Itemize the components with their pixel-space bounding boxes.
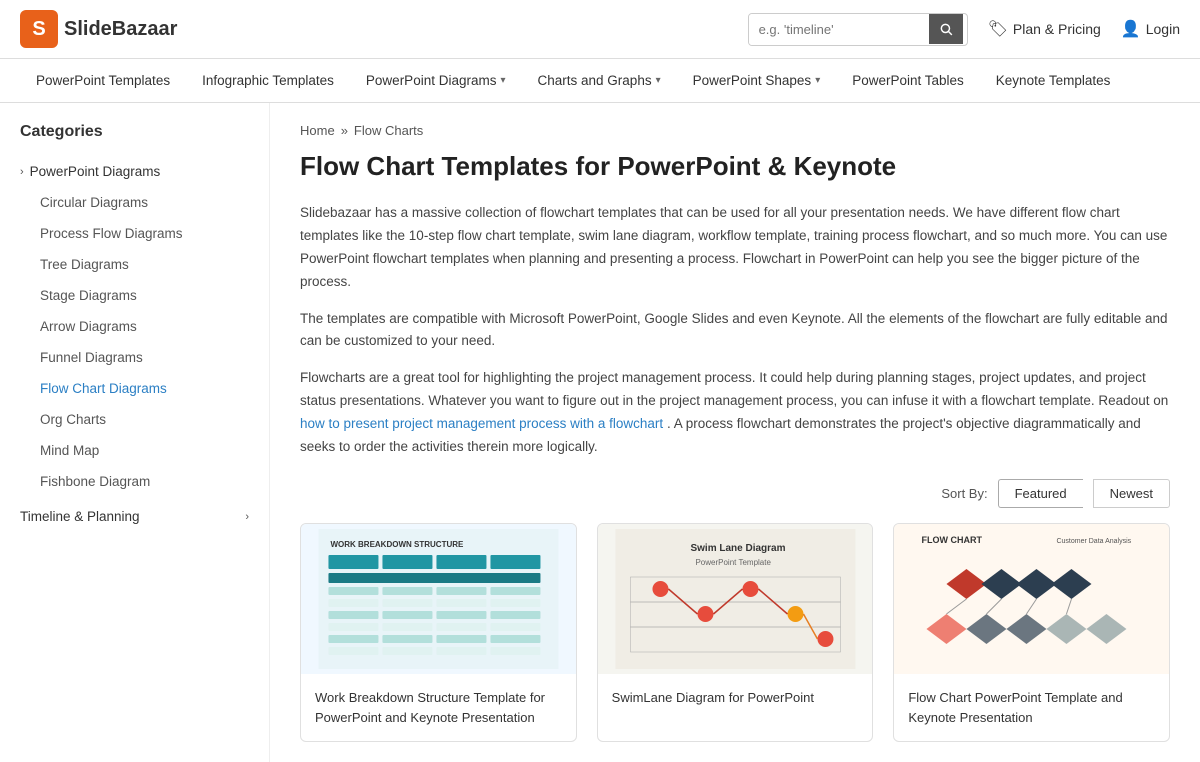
login-link[interactable]: 👤 Login	[1121, 19, 1180, 39]
sidebar-subitem-flowchart[interactable]: Flow Chart Diagrams	[0, 373, 269, 404]
sidebar-item-timeline[interactable]: Timeline & Planning ›	[0, 501, 269, 532]
plan-pricing-link[interactable]: 🏷 Plan & Pricing	[988, 19, 1101, 39]
card-1[interactable]: WORK BREAKDOWN STRUCTURE	[300, 523, 577, 742]
logo-text: SlideBazaar	[64, 18, 177, 41]
main-content: Home » Flow Charts Flow Chart Templates …	[270, 103, 1200, 762]
description-3: Flowcharts are a great tool for highligh…	[300, 367, 1170, 459]
svg-text:Customer Data Analysis: Customer Data Analysis	[1057, 538, 1132, 545]
search-button[interactable]	[929, 14, 963, 44]
svg-text:PowerPoint Template: PowerPoint Template	[695, 558, 771, 567]
sidebar-subitem-stage[interactable]: Stage Diagrams	[0, 280, 269, 311]
card-2-body: SwimLane Diagram for PowerPoint	[598, 674, 873, 722]
card-3-image: FLOW CHART Customer Data Analysis	[894, 524, 1169, 674]
card-1-body: Work Breakdown Structure Template for Po…	[301, 674, 576, 741]
nav-charts-graphs[interactable]: Charts and Graphs ▾	[522, 59, 677, 102]
svg-text:WORK BREAKDOWN STRUCTURE: WORK BREAKDOWN STRUCTURE	[330, 540, 464, 549]
nav-infographic-templates[interactable]: Infographic Templates	[186, 59, 350, 102]
svg-text:Swim Lane Diagram: Swim Lane Diagram	[690, 543, 785, 554]
card-3-title: Flow Chart PowerPoint Template and Keyno…	[908, 688, 1155, 727]
sort-bar: Sort By: Featured Newest	[300, 479, 1170, 508]
chevron-down-icon: ▾	[815, 75, 820, 86]
chevron-right-icon: ›	[20, 166, 24, 178]
sidebar-item-powerpoint-diagrams[interactable]: › PowerPoint Diagrams	[0, 156, 269, 187]
sidebar-subitem-process-flow[interactable]: Process Flow Diagrams	[0, 218, 269, 249]
search-bar	[748, 13, 968, 46]
sidebar-subitem-mindmap[interactable]: Mind Map	[0, 435, 269, 466]
breadcrumb-current: Flow Charts	[354, 123, 423, 138]
sidebar-subitem-funnel[interactable]: Funnel Diagrams	[0, 342, 269, 373]
card-2-image: Swim Lane Diagram PowerPoint Template	[598, 524, 873, 674]
sidebar-title: Categories	[0, 123, 269, 156]
sidebar-subitem-arrow[interactable]: Arrow Diagrams	[0, 311, 269, 342]
page-title: Flow Chart Templates for PowerPoint & Ke…	[300, 150, 1170, 184]
main-navbar: PowerPoint Templates Infographic Templat…	[0, 59, 1200, 103]
card-3-body: Flow Chart PowerPoint Template and Keyno…	[894, 674, 1169, 741]
card-1-title: Work Breakdown Structure Template for Po…	[315, 688, 562, 727]
sidebar-subitem-tree[interactable]: Tree Diagrams	[0, 249, 269, 280]
description-3-link[interactable]: how to present project management proces…	[300, 416, 663, 431]
sort-featured-button[interactable]: Featured	[998, 479, 1083, 508]
sidebar-subitem-fishbone[interactable]: Fishbone Diagram	[0, 466, 269, 497]
logo[interactable]: S SlideBazaar	[20, 10, 177, 48]
sidebar-subitem-circular[interactable]: Circular Diagrams	[0, 187, 269, 218]
nav-powerpoint-shapes[interactable]: PowerPoint Shapes ▾	[677, 59, 837, 102]
breadcrumb-separator: »	[341, 123, 348, 138]
person-icon: 👤	[1121, 19, 1141, 39]
swimlane-illustration: Swim Lane Diagram PowerPoint Template	[605, 529, 866, 669]
nav-powerpoint-tables[interactable]: PowerPoint Tables	[836, 59, 980, 102]
main-layout: Categories › PowerPoint Diagrams Circula…	[0, 103, 1200, 762]
chevron-down-icon: ▾	[500, 75, 505, 86]
card-2-title: SwimLane Diagram for PowerPoint	[612, 688, 859, 708]
breadcrumb-home[interactable]: Home	[300, 123, 335, 138]
search-icon	[939, 22, 953, 36]
sidebar: Categories › PowerPoint Diagrams Circula…	[0, 103, 270, 762]
description-3-pre: Flowcharts are a great tool for highligh…	[300, 370, 1168, 408]
svg-text:FLOW CHART: FLOW CHART	[922, 535, 983, 545]
wbs-illustration: WORK BREAKDOWN STRUCTURE	[308, 529, 569, 669]
logo-icon: S	[20, 10, 58, 48]
description-1: Slidebazaar has a massive collection of …	[300, 202, 1170, 294]
flowchart-illustration: FLOW CHART Customer Data Analysis	[901, 529, 1162, 669]
tag-icon: 🏷	[988, 19, 1008, 39]
chevron-right-icon: ›	[245, 511, 249, 523]
nav-keynote-templates[interactable]: Keynote Templates	[980, 59, 1127, 102]
breadcrumb: Home » Flow Charts	[300, 123, 1170, 138]
search-input[interactable]	[749, 14, 929, 45]
nav-powerpoint-templates[interactable]: PowerPoint Templates	[20, 59, 186, 102]
sort-label: Sort By:	[941, 486, 987, 501]
description-2: The templates are compatible with Micros…	[300, 308, 1170, 354]
card-3[interactable]: FLOW CHART Customer Data Analysis	[893, 523, 1170, 742]
card-1-image: WORK BREAKDOWN STRUCTURE	[301, 524, 576, 674]
card-2[interactable]: Swim Lane Diagram PowerPoint Template	[597, 523, 874, 742]
nav-powerpoint-diagrams[interactable]: PowerPoint Diagrams ▾	[350, 59, 522, 102]
header-nav: 🏷 Plan & Pricing 👤 Login	[988, 19, 1180, 39]
cards-grid: WORK BREAKDOWN STRUCTURE	[300, 523, 1170, 742]
header: S SlideBazaar 🏷 Plan & Pricing 👤 Login	[0, 0, 1200, 59]
sort-newest-button[interactable]: Newest	[1093, 479, 1170, 508]
sidebar-subitem-org[interactable]: Org Charts	[0, 404, 269, 435]
chevron-down-icon: ▾	[656, 75, 661, 86]
